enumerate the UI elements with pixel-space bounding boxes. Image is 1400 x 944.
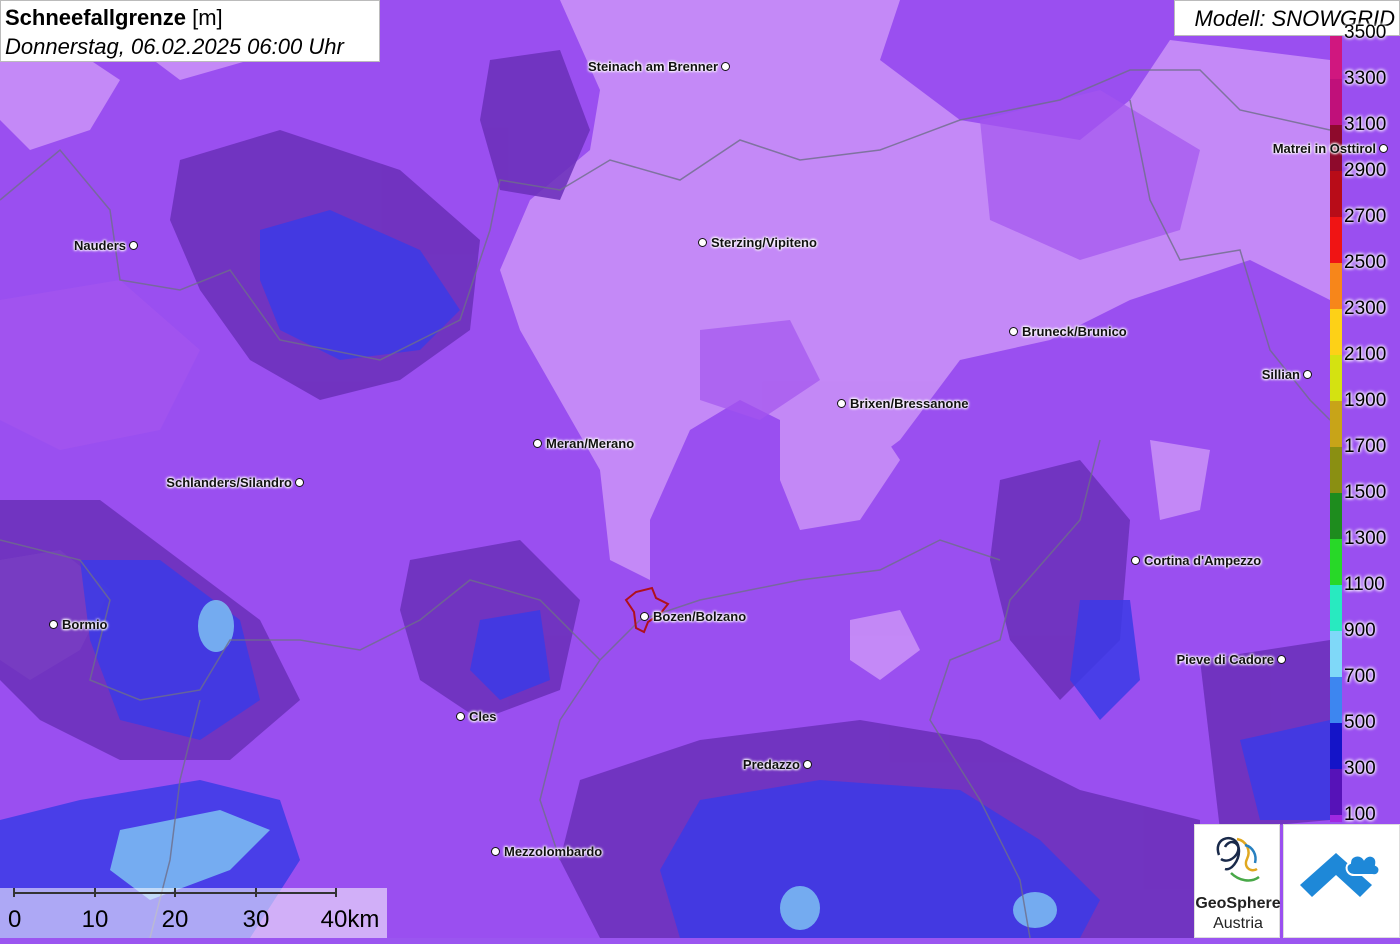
legend-swatch	[1330, 493, 1342, 539]
legend-swatch	[1330, 171, 1342, 217]
legend-swatch	[1330, 217, 1342, 263]
city-dot	[533, 439, 542, 448]
city-label: Schlanders/Silandro	[166, 475, 292, 490]
legend-swatch	[1330, 36, 1342, 40]
legend-label: 1500	[1344, 482, 1387, 503]
legend-swatch	[1330, 815, 1342, 822]
legend-label: 2100	[1344, 344, 1387, 365]
city-label: Nauders	[73, 238, 126, 253]
legend-label: 1300	[1344, 528, 1387, 549]
legend-label: 3500	[1344, 22, 1387, 43]
city-label: Matrei in Osttirol	[1272, 141, 1376, 156]
city-dot	[1379, 144, 1388, 153]
legend-swatch	[1330, 355, 1342, 401]
legend-label: 3100	[1344, 114, 1387, 135]
city-label: Bruneck/Brunico	[1022, 324, 1127, 339]
legend-label: 900	[1344, 620, 1376, 641]
geosphere-logo-icon	[1216, 836, 1260, 882]
city-label: Pieve di Cadore	[1176, 652, 1274, 667]
legend-label: 2300	[1344, 298, 1387, 319]
city-dot	[1277, 655, 1286, 664]
snowfall-limit-map[interactable]	[0, 0, 1400, 938]
legend-swatch	[1330, 631, 1342, 677]
legend-label: 2900	[1344, 160, 1387, 181]
scale-bar-label: 10	[81, 906, 109, 933]
legend-swatch	[1330, 447, 1342, 493]
scale-bar-tick	[94, 888, 96, 897]
city-label: Bormio	[62, 617, 108, 632]
map-title-box: Schneefallgrenze [m] Donnerstag, 06.02.2…	[0, 0, 380, 62]
scale-bar-tick	[255, 888, 257, 897]
legend-swatch	[1330, 585, 1342, 631]
scale-bar-tick	[174, 888, 176, 897]
city-label: Bozen/Bolzano	[653, 609, 747, 624]
geosphere-logo-line1: GeoSphere	[1195, 895, 1281, 912]
city-dot	[1009, 327, 1018, 336]
snow-arrow-logo-icon	[1300, 853, 1381, 897]
city-dot	[129, 241, 138, 250]
city-label: Cortina d'Ampezzo	[1144, 553, 1262, 568]
snowgrid-logo[interactable]	[1283, 824, 1400, 938]
geosphere-austria-logo[interactable]: GeoSphere Austria	[1194, 824, 1281, 938]
city-label: Brixen/Bressanone	[850, 396, 969, 411]
geosphere-logo-line2: Austria	[1213, 915, 1263, 932]
city-dot	[721, 62, 730, 71]
legend-label: 500	[1344, 712, 1376, 733]
legend-swatch	[1330, 539, 1342, 585]
legend-label: 2500	[1344, 252, 1387, 273]
city-label: Predazzo	[742, 757, 800, 772]
city-label: Sterzing/Vipiteno	[711, 235, 817, 250]
legend-label: 3300	[1344, 68, 1387, 89]
city-label: Meran/Merano	[546, 436, 635, 451]
legend-label: 1100	[1344, 574, 1385, 595]
city-label: Cles	[469, 709, 497, 724]
city-label: Mezzolombardo	[504, 844, 603, 859]
legend-label: 1700	[1344, 436, 1387, 457]
city-dot	[1303, 370, 1312, 379]
city-dot	[803, 760, 812, 769]
legend-swatch	[1330, 309, 1342, 355]
legend-swatch	[1330, 677, 1342, 723]
scale-bar-label: 0	[8, 906, 22, 933]
legend-swatch	[1330, 401, 1342, 447]
scale-bar-label: 30	[242, 906, 270, 933]
city-dot	[698, 238, 707, 247]
map-title: Schneefallgrenze [m]	[5, 5, 223, 30]
city-label: Sillian	[1261, 367, 1300, 382]
legend-label: 100	[1344, 804, 1376, 825]
city-dot	[491, 847, 500, 856]
legend-label: 700	[1344, 666, 1376, 687]
map-datetime: Donnerstag, 06.02.2025 06:00 Uhr	[5, 34, 344, 59]
legend-label: 1900	[1344, 390, 1387, 411]
legend-swatch	[1330, 723, 1342, 769]
legend-swatch	[1330, 79, 1342, 125]
scale-bar-tick	[335, 888, 337, 897]
scale-bar-tick	[13, 888, 15, 897]
city-dot	[456, 712, 465, 721]
scale-bar-label: 20	[161, 906, 189, 933]
city-label: Steinach am Brenner	[587, 59, 718, 74]
legend-swatch	[1330, 769, 1342, 815]
legend-label: 300	[1344, 758, 1376, 779]
city-dot	[837, 399, 846, 408]
city-dot	[295, 478, 304, 487]
legend-label: 2700	[1344, 206, 1387, 227]
legend-swatch	[1330, 263, 1342, 309]
scale-bar-label: 40km	[320, 906, 380, 933]
city-dot	[1131, 556, 1140, 565]
city-dot	[640, 612, 649, 621]
city-dot	[49, 620, 58, 629]
legend-swatch	[1330, 36, 1342, 82]
